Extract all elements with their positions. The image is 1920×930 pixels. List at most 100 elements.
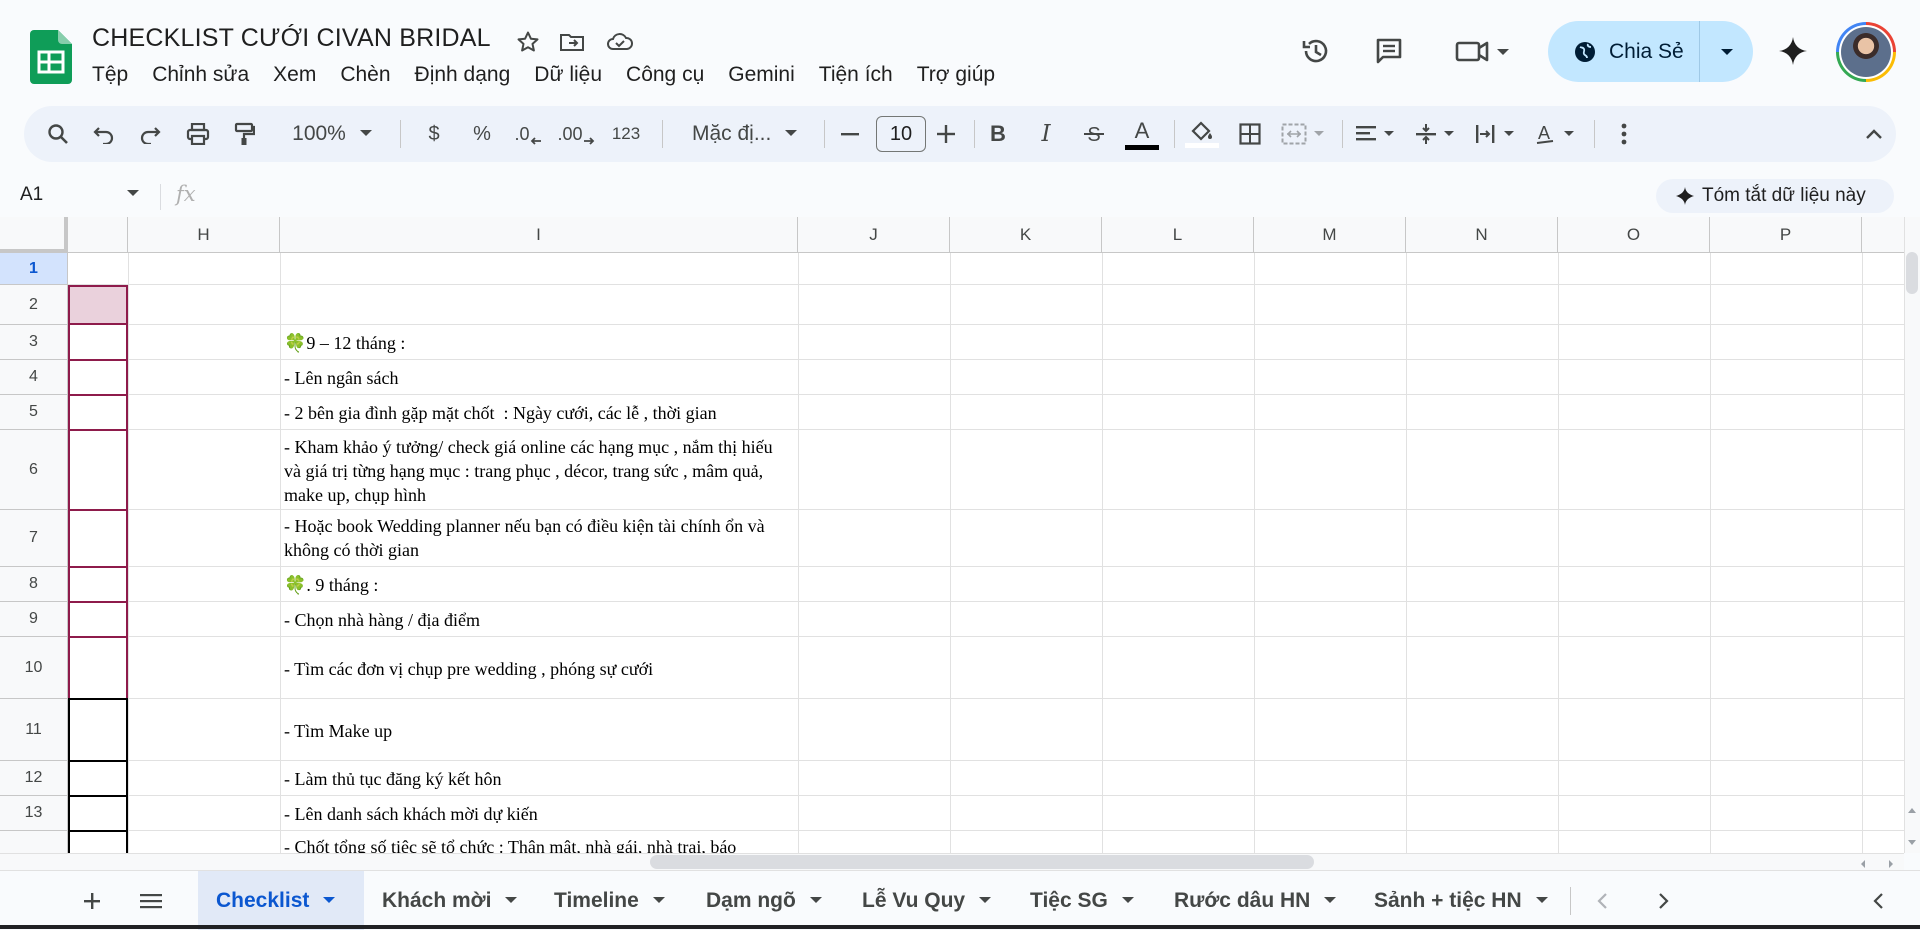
horizontal-scrollbar-thumb[interactable] — [650, 855, 1314, 869]
scroll-down-arrow-icon[interactable] — [1906, 834, 1918, 848]
share-dropdown-chevron-icon[interactable] — [1700, 47, 1753, 57]
fill-color-icon[interactable] — [1180, 106, 1224, 162]
column-header-h[interactable]: H — [128, 217, 280, 253]
tab-sanh-tiec-hn[interactable]: Sảnh + tiệc HN — [1356, 871, 1566, 930]
move-folder-icon[interactable] — [556, 26, 588, 58]
gemini-spark-icon[interactable] — [1772, 30, 1814, 72]
more-options-vertical-icon[interactable] — [1604, 106, 1644, 162]
column-header-j[interactable]: J — [798, 217, 950, 253]
scroll-tabs-left-chevron-icon[interactable] — [1584, 871, 1624, 930]
version-history-icon[interactable] — [1295, 30, 1337, 72]
menu-tools[interactable]: Công cụ — [614, 60, 716, 90]
cell-i6[interactable]: - Kham khảo ý tưởng/ check giá online cá… — [284, 435, 794, 507]
text-wrapping-icon[interactable] — [1468, 106, 1524, 162]
cell-i11[interactable]: - Tìm Make up — [284, 719, 794, 743]
zoom-dropdown[interactable]: 100% — [286, 106, 378, 162]
all-sheets-menu-icon[interactable] — [130, 871, 174, 930]
bold-button[interactable]: B — [978, 106, 1018, 162]
menu-extensions[interactable]: Tiện ích — [807, 60, 905, 90]
column-header-k[interactable]: K — [950, 217, 1102, 253]
text-rotation-icon[interactable]: A — [1528, 106, 1584, 162]
undo-icon[interactable] — [84, 106, 124, 162]
decrease-font-size-icon[interactable] — [832, 106, 868, 162]
menu-insert[interactable]: Chèn — [328, 60, 402, 90]
spreadsheet-grid[interactable]: H I J K L M N O P 1 2 3 🍀9 – 12 tháng : … — [0, 217, 1904, 853]
share-main-button[interactable]: Chia Sẻ — [1548, 21, 1700, 82]
format-currency-button[interactable]: $ — [416, 106, 452, 162]
vertical-align-icon[interactable] — [1408, 106, 1464, 162]
row-header-1[interactable]: 1 — [0, 253, 68, 285]
menu-help[interactable]: Trợ giúp — [905, 60, 1007, 90]
row-header-13[interactable]: 13 — [0, 796, 68, 831]
paint-format-icon[interactable] — [224, 106, 264, 162]
collapse-toolbar-chevron-up-icon[interactable] — [1854, 106, 1894, 162]
cell-i3[interactable]: 🍀9 – 12 tháng : — [284, 331, 794, 355]
italic-button[interactable]: I — [1026, 106, 1066, 162]
tab-khach-moi[interactable]: Khách mời — [364, 871, 536, 930]
menu-edit[interactable]: Chỉnh sửa — [140, 60, 261, 90]
column-header-p[interactable]: P — [1710, 217, 1862, 253]
summarize-data-button[interactable]: Tóm tắt dữ liệu này — [1656, 179, 1894, 213]
row-header-7[interactable]: 7 — [0, 510, 68, 567]
comments-icon[interactable] — [1368, 30, 1410, 72]
cell-i9[interactable]: - Chọn nhà hàng / địa điểm — [284, 608, 794, 632]
chevron-down-icon[interactable] — [1535, 896, 1548, 905]
column-header-l[interactable]: L — [1102, 217, 1254, 253]
cell-i14[interactable]: - Chốt tổng số tiệc sẽ tổ chức : Thân mậ… — [284, 835, 798, 853]
chevron-down-icon[interactable] — [505, 896, 518, 905]
decrease-decimal-button[interactable]: .0 — [508, 106, 548, 162]
tab-ruoc-dau-hn[interactable]: Rước dâu HN — [1156, 871, 1356, 930]
column-header-g[interactable] — [68, 217, 128, 253]
share-button[interactable]: Chia Sẻ — [1548, 21, 1753, 82]
cell-i12[interactable]: - Làm thủ tục đăng ký kết hôn — [284, 767, 794, 791]
menu-data[interactable]: Dữ liệu — [522, 60, 614, 90]
menu-gemini[interactable]: Gemini — [716, 60, 807, 90]
vertical-scrollbar-track[interactable] — [1904, 217, 1920, 853]
sheets-logo-icon[interactable] — [30, 30, 72, 84]
increase-font-size-icon[interactable] — [928, 106, 964, 162]
chevron-down-icon[interactable] — [652, 896, 665, 905]
name-box-chevron-down-icon[interactable] — [126, 188, 140, 198]
cloud-saved-icon[interactable] — [604, 26, 636, 58]
collapse-side-panel-chevron-icon[interactable] — [1860, 871, 1900, 930]
chevron-down-icon[interactable] — [979, 896, 992, 905]
tab-checklist[interactable]: Checklist — [198, 871, 364, 930]
scroll-tabs-right-chevron-icon[interactable] — [1646, 871, 1686, 930]
chevron-down-icon[interactable] — [809, 896, 822, 905]
column-header-n[interactable]: N — [1406, 217, 1558, 253]
row-header-9[interactable]: 9 — [0, 602, 68, 637]
increase-decimal-button[interactable]: .00 — [554, 106, 598, 162]
menu-file[interactable]: Tệp — [92, 60, 140, 90]
search-menus-icon[interactable] — [38, 106, 78, 162]
cell-i5[interactable]: - 2 bên gia đình gặp mặt chốt : Ngày cướ… — [284, 401, 794, 425]
column-header-i[interactable]: I — [280, 217, 798, 253]
document-title[interactable]: CHECKLIST CƯỚI CIVAN BRIDAL — [92, 24, 491, 53]
cell-g2-filled[interactable] — [68, 285, 128, 325]
row-header-12[interactable]: 12 — [0, 761, 68, 796]
row-header-3[interactable]: 3 — [0, 325, 68, 360]
font-family-dropdown[interactable]: Mặc đị... — [668, 106, 814, 162]
column-header-m[interactable]: M — [1254, 217, 1406, 253]
row-header-10[interactable]: 10 — [0, 637, 68, 699]
format-percent-button[interactable]: % — [464, 106, 500, 162]
horizontal-align-icon[interactable] — [1348, 106, 1404, 162]
font-size-input[interactable]: 10 — [876, 116, 926, 152]
row-header-4[interactable]: 4 — [0, 360, 68, 395]
more-formats-button[interactable]: 123 — [604, 106, 648, 162]
row-header-5[interactable]: 5 — [0, 395, 68, 430]
chevron-down-icon[interactable] — [1121, 896, 1134, 905]
borders-icon[interactable] — [1228, 106, 1272, 162]
print-icon[interactable] — [178, 106, 218, 162]
strikethrough-icon[interactable]: S — [1074, 106, 1114, 162]
tab-dam-ngo[interactable]: Dạm ngõ — [688, 871, 844, 930]
column-header-q[interactable] — [1862, 217, 1904, 253]
star-icon[interactable] — [512, 26, 544, 58]
row-header-6[interactable]: 6 — [0, 430, 68, 510]
cell-i10[interactable]: - Tìm các đơn vị chụp pre wedding , phón… — [284, 657, 794, 681]
scroll-up-arrow-icon[interactable] — [1906, 806, 1918, 820]
add-sheet-icon[interactable] — [72, 871, 112, 930]
tab-tiec-sg[interactable]: Tiệc SG — [1012, 871, 1156, 930]
vertical-scrollbar-thumb[interactable] — [1906, 252, 1918, 294]
menu-format[interactable]: Định dạng — [403, 60, 523, 90]
column-header-o[interactable]: O — [1558, 217, 1710, 253]
